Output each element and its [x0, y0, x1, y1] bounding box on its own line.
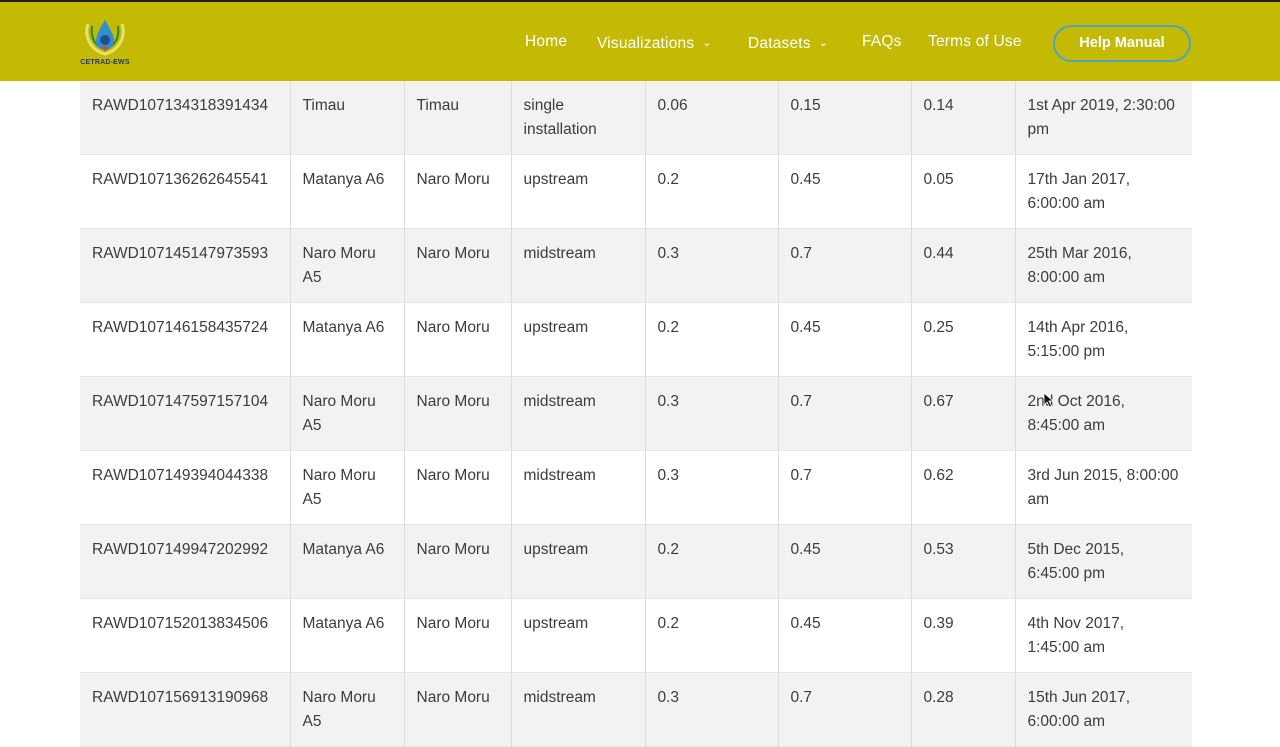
nav-terms-of-use[interactable]: Terms of Use: [928, 33, 1022, 51]
station-cell: Matanya A6: [290, 524, 405, 599]
chevron-down-icon: ⌄: [818, 37, 829, 49]
table-row: RAWD107146158435724 Matanya A6 Naro Moru up…: [80, 302, 1192, 377]
location-type-cell: upstream: [511, 154, 646, 229]
datetime-cell: 4th Nov 2017, 1:45:00 am: [1015, 598, 1192, 673]
datetime-cell: 17th Jan 2017, 6:00:00 am: [1015, 154, 1192, 229]
value-2-cell: 0.45: [778, 154, 912, 229]
value-1-cell: 0.3: [645, 672, 779, 747]
record-id-cell: RAWD107149947202992: [80, 524, 291, 599]
river-cell: Naro Moru: [404, 302, 512, 377]
record-id-cell: RAWD107152013834506: [80, 598, 291, 673]
datetime-cell: 25th Mar 2016, 8:00:00 am: [1015, 228, 1192, 303]
nav-faqs-label: FAQs: [862, 33, 902, 50]
datetime-cell: 15th Jun 2017, 6:00:00 am: [1015, 672, 1192, 747]
chevron-down-icon: ⌄: [702, 37, 712, 49]
record-id-cell: RAWD107147597157104: [80, 376, 291, 451]
value-2-cell: 0.45: [778, 302, 912, 377]
value-2-cell: 0.7: [778, 228, 912, 303]
top-navigation-bar: CETRAD-EWS Home Visualizations ⌄ Datasets…: [0, 0, 1280, 81]
record-id-cell: RAWD107146158435724: [80, 302, 291, 377]
table-row: RAWD107145147973593 Naro Moru A5 Naro Moru…: [80, 228, 1192, 303]
station-cell: Naro Moru A5: [290, 450, 405, 525]
value-3-cell: 0.44: [911, 228, 1016, 303]
value-1-cell: 0.2: [645, 598, 779, 673]
river-cell: Naro Moru: [404, 524, 512, 599]
river-cell: Naro Moru: [404, 672, 512, 747]
river-cell: Naro Moru: [404, 154, 512, 229]
nav-visualizations-label: Visualizations: [597, 35, 695, 52]
location-type-cell: midstream: [511, 450, 646, 525]
data-table: RAWD107134318391434 Timau Timau single inst…: [80, 81, 1192, 747]
location-type-cell: midstream: [511, 672, 646, 747]
value-1-cell: 0.3: [645, 228, 779, 303]
river-cell: Naro Moru: [404, 450, 512, 525]
data-table-container: RAWD107134318391434 Timau Timau single inst…: [80, 81, 1192, 747]
help-manual-button[interactable]: Help Manual: [1053, 25, 1191, 62]
value-3-cell: 0.14: [911, 81, 1016, 155]
location-type-cell: upstream: [511, 524, 646, 599]
value-2-cell: 0.7: [778, 450, 912, 525]
location-type-cell: upstream: [511, 598, 646, 673]
value-2-cell: 0.15: [778, 81, 912, 155]
table-row: RAWD107152013834506 Matanya A6 Naro Moru up…: [80, 598, 1192, 673]
value-1-cell: 0.2: [645, 154, 779, 229]
value-3-cell: 0.53: [911, 524, 1016, 599]
river-cell: Timau: [404, 81, 512, 155]
nav-visualizations[interactable]: Visualizations ⌄: [597, 35, 712, 53]
location-type-cell: single installation: [511, 81, 646, 155]
value-3-cell: 0.25: [911, 302, 1016, 377]
table-row: RAWD107147597157104 Naro Moru A5 Naro Moru…: [80, 376, 1192, 451]
nav-home[interactable]: Home: [525, 33, 567, 51]
table-row: RAWD107156913190968 Naro Moru A5 Naro Moru…: [80, 672, 1192, 747]
datetime-cell: 1st Apr 2019, 2:30:00 pm: [1015, 81, 1192, 155]
value-2-cell: 0.45: [778, 524, 912, 599]
datetime-cell: 5th Dec 2015, 6:45:00 pm: [1015, 524, 1192, 599]
value-2-cell: 0.45: [778, 598, 912, 673]
station-cell: Naro Moru A5: [290, 672, 405, 747]
record-id-cell: RAWD107145147973593: [80, 228, 291, 303]
station-cell: Naro Moru A5: [290, 228, 405, 303]
mouse-cursor-icon: [1043, 392, 1055, 408]
value-1-cell: 0.06: [645, 81, 779, 155]
river-cell: Naro Moru: [404, 376, 512, 451]
value-3-cell: 0.28: [911, 672, 1016, 747]
table-row: RAWD107149947202992 Matanya A6 Naro Moru up…: [80, 524, 1192, 599]
station-cell: Matanya A6: [290, 598, 405, 673]
nav-datasets-label: Datasets: [748, 35, 811, 52]
datetime-cell: 2nd Oct 2016, 8:45:00 am: [1015, 376, 1192, 451]
location-type-cell: midstream: [511, 376, 646, 451]
datetime-cell: 3rd Jun 2015, 8:00:00 am: [1015, 450, 1192, 525]
nav-terms-label: Terms of Use: [928, 33, 1022, 50]
value-1-cell: 0.3: [645, 450, 779, 525]
nav-datasets[interactable]: Datasets ⌄: [748, 35, 828, 53]
value-1-cell: 0.2: [645, 524, 779, 599]
table-row: RAWD107136262645541 Matanya A6 Naro Moru up…: [80, 154, 1192, 229]
location-type-cell: midstream: [511, 228, 646, 303]
record-id-cell: RAWD107156913190968: [80, 672, 291, 747]
value-3-cell: 0.39: [911, 598, 1016, 673]
value-1-cell: 0.2: [645, 302, 779, 377]
value-3-cell: 0.05: [911, 154, 1016, 229]
station-cell: Matanya A6: [290, 154, 405, 229]
value-1-cell: 0.3: [645, 376, 779, 451]
value-3-cell: 0.67: [911, 376, 1016, 451]
river-cell: Naro Moru: [404, 598, 512, 673]
river-cell: Naro Moru: [404, 228, 512, 303]
station-cell: Timau: [290, 81, 405, 155]
record-id-cell: RAWD107134318391434: [80, 81, 291, 155]
station-cell: Matanya A6: [290, 302, 405, 377]
nav-faqs[interactable]: FAQs: [862, 33, 902, 51]
value-2-cell: 0.7: [778, 376, 912, 451]
record-id-cell: RAWD107136262645541: [80, 154, 291, 229]
value-2-cell: 0.7: [778, 672, 912, 747]
location-type-cell: upstream: [511, 302, 646, 377]
table-row: RAWD107134318391434 Timau Timau single inst…: [80, 81, 1192, 155]
main-nav: Home Visualizations ⌄ Datasets ⌄ FAQs Term…: [0, 2, 1280, 83]
value-3-cell: 0.62: [911, 450, 1016, 525]
table-row: RAWD107149394044338 Naro Moru A5 Naro Moru…: [80, 450, 1192, 525]
record-id-cell: RAWD107149394044338: [80, 450, 291, 525]
datetime-cell: 14th Apr 2016, 5:15:00 pm: [1015, 302, 1192, 377]
station-cell: Naro Moru A5: [290, 376, 405, 451]
nav-home-label: Home: [525, 33, 568, 50]
